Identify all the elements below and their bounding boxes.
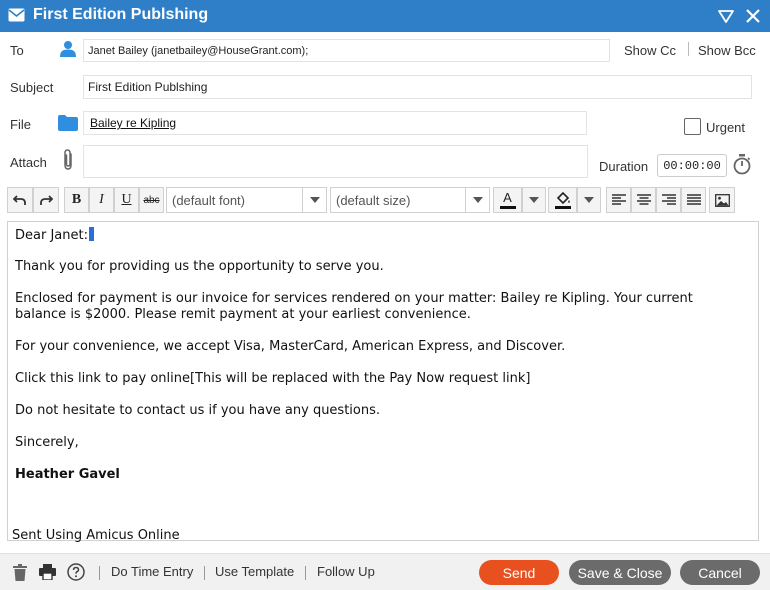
stopwatch-icon[interactable] bbox=[733, 154, 751, 175]
undo-button[interactable] bbox=[7, 187, 33, 213]
align-center-button[interactable] bbox=[631, 187, 656, 213]
size-select[interactable]: (default size) bbox=[330, 187, 490, 213]
save-close-button[interactable]: Save & Close bbox=[569, 560, 671, 585]
greeting-line: Dear Janet: bbox=[15, 228, 88, 243]
divider bbox=[688, 42, 689, 56]
chevron-down-icon bbox=[465, 188, 489, 212]
formatting-toolbar: B I U abc (default font) (default size) … bbox=[0, 184, 770, 218]
redo-button[interactable] bbox=[33, 187, 59, 213]
align-center-icon bbox=[636, 194, 651, 205]
divider bbox=[305, 566, 306, 580]
urgent-label: Urgent bbox=[706, 120, 746, 135]
chevron-down-icon bbox=[302, 188, 326, 212]
file-field[interactable]: Bailey re Kipling bbox=[83, 111, 587, 135]
bold-button[interactable]: B bbox=[64, 187, 89, 213]
undo-icon bbox=[13, 195, 26, 205]
subject-input[interactable]: First Edition Publshing bbox=[83, 75, 752, 99]
align-right-button[interactable] bbox=[656, 187, 681, 213]
collapse-icon[interactable] bbox=[718, 8, 734, 24]
attach-dropzone[interactable] bbox=[83, 145, 588, 178]
divider bbox=[99, 566, 100, 580]
attach-label: Attach bbox=[10, 155, 47, 170]
body-paragraph: Thank you for providing us the opportuni… bbox=[15, 259, 384, 274]
show-cc-button[interactable]: Show Cc bbox=[624, 43, 676, 58]
message-body-editor[interactable]: Dear Janet: Thank you for providing us t… bbox=[7, 221, 759, 543]
chevron-down-icon bbox=[529, 197, 539, 203]
use-template-link[interactable]: Use Template bbox=[215, 564, 294, 579]
duration-input[interactable]: 00:00:00 bbox=[657, 154, 727, 177]
divider bbox=[204, 566, 205, 580]
redo-icon bbox=[40, 195, 53, 205]
paint-bucket-icon bbox=[556, 191, 570, 204]
greeting-text: Dear Janet: bbox=[15, 227, 94, 244]
close-icon[interactable] bbox=[745, 8, 761, 24]
sent-using-note: Sent Using Amicus Online bbox=[12, 528, 180, 543]
body-paragraph: Enclosed for payment is our invoice for … bbox=[15, 291, 697, 322]
footer-bar: Do Time Entry Use Template Follow Up Sen… bbox=[0, 553, 770, 590]
highlight-color-swatch bbox=[554, 205, 571, 209]
highlight-color-dropdown[interactable] bbox=[577, 187, 601, 213]
text-color-swatch bbox=[499, 206, 516, 209]
text-color-icon: A bbox=[503, 190, 512, 205]
chevron-down-icon bbox=[584, 197, 594, 203]
send-button[interactable]: Send bbox=[479, 560, 559, 585]
font-select-value: (default font) bbox=[172, 192, 245, 208]
file-link[interactable]: Bailey re Kipling bbox=[90, 116, 176, 130]
trash-icon[interactable] bbox=[13, 564, 27, 581]
to-field[interactable]: Janet Bailey (janetbailey@HouseGrant.com… bbox=[83, 39, 610, 62]
person-icon[interactable] bbox=[60, 40, 76, 57]
cancel-button[interactable]: Cancel bbox=[680, 560, 760, 585]
italic-button[interactable]: I bbox=[89, 187, 114, 213]
image-icon bbox=[714, 193, 730, 207]
align-left-button[interactable] bbox=[606, 187, 631, 213]
font-select[interactable]: (default font) bbox=[166, 187, 327, 213]
show-bcc-button[interactable]: Show Bcc bbox=[698, 43, 756, 58]
strikethrough-button[interactable]: abc bbox=[139, 187, 164, 213]
title-bar: First Edition Publshing bbox=[0, 0, 770, 32]
body-paragraph: Do not hesitate to contact us if you hav… bbox=[15, 403, 381, 418]
folder-icon[interactable] bbox=[58, 115, 78, 131]
duration-label: Duration bbox=[599, 159, 649, 174]
align-left-icon bbox=[611, 194, 626, 205]
insert-image-button[interactable] bbox=[709, 187, 735, 213]
align-right-icon bbox=[661, 194, 676, 205]
text-color-dropdown[interactable] bbox=[522, 187, 546, 213]
subject-label: Subject bbox=[10, 80, 54, 95]
size-select-value: (default size) bbox=[336, 192, 411, 208]
underline-button[interactable]: U bbox=[114, 187, 139, 213]
help-icon[interactable] bbox=[67, 563, 85, 581]
highlight-color-button[interactable] bbox=[548, 187, 577, 213]
justify-icon bbox=[686, 194, 701, 205]
window-title: First Edition Publshing bbox=[33, 6, 209, 23]
signature-name: Heather Gavel bbox=[15, 467, 120, 482]
body-paragraph: Click this link to pay online[This will … bbox=[15, 371, 531, 386]
closing-text: Sincerely, bbox=[15, 435, 79, 450]
text-cursor bbox=[88, 227, 94, 241]
paperclip-icon[interactable] bbox=[61, 148, 75, 172]
follow-up-link[interactable]: Follow Up bbox=[317, 564, 375, 579]
file-label: File bbox=[10, 117, 31, 132]
do-time-entry-link[interactable]: Do Time Entry bbox=[111, 564, 193, 579]
to-label: To bbox=[10, 43, 24, 58]
mail-icon bbox=[8, 8, 25, 22]
text-color-button[interactable]: A bbox=[493, 187, 522, 213]
print-icon[interactable] bbox=[39, 564, 56, 580]
urgent-checkbox[interactable] bbox=[684, 118, 701, 135]
justify-button[interactable] bbox=[681, 187, 706, 213]
body-paragraph: For your convenience, we accept Visa, Ma… bbox=[15, 339, 566, 354]
